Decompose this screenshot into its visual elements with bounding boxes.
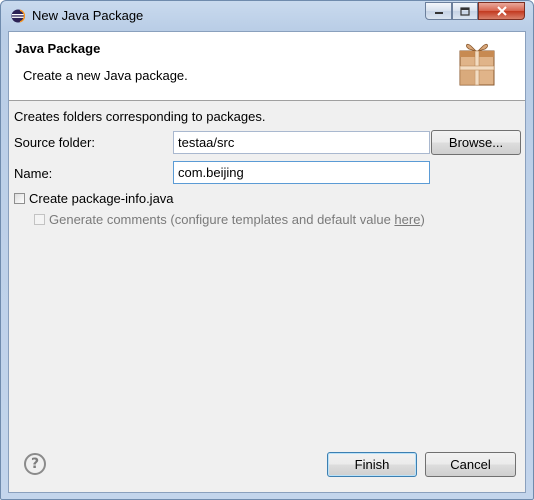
close-icon (496, 6, 507, 16)
browse-button-label: Browse... (448, 135, 504, 150)
header-description: Create a new Java package. (23, 68, 188, 83)
close-button[interactable] (478, 2, 525, 20)
generate-comments-checkbox (34, 214, 45, 225)
generate-comments-option: Generate comments (configure templates a… (34, 212, 425, 227)
title-bar[interactable]: New Java Package (1, 1, 533, 31)
maximize-icon (460, 6, 470, 16)
cancel-button[interactable]: Cancel (425, 452, 516, 477)
generate-comments-label: Generate comments (configure templates a… (49, 212, 395, 227)
finish-button[interactable]: Finish (327, 452, 417, 477)
dialog-content: Java Package Create a new Java package. … (8, 31, 526, 493)
generate-comments-suffix: ) (420, 212, 425, 227)
dialog-window: New Java Package Java Package Create a n… (0, 0, 534, 500)
name-label: Name: (14, 166, 53, 181)
package-icon (459, 43, 495, 86)
help-icon[interactable]: ? (24, 453, 46, 475)
browse-button[interactable]: Browse... (431, 130, 521, 155)
minimize-button[interactable] (425, 2, 452, 20)
create-package-info-checkbox[interactable] (14, 193, 25, 204)
help-symbol: ? (30, 456, 40, 472)
source-folder-input[interactable] (173, 131, 430, 154)
create-package-info-option[interactable]: Create package-info.java (14, 191, 174, 206)
wizard-header: Java Package Create a new Java package. (9, 32, 525, 101)
cancel-button-label: Cancel (450, 457, 491, 472)
here-link[interactable]: here (394, 212, 420, 227)
maximize-button[interactable] (452, 2, 478, 20)
header-title: Java Package (15, 41, 101, 56)
package-name-input[interactable] (173, 161, 430, 184)
window-title: New Java Package (32, 8, 144, 23)
source-folder-label: Source folder: (14, 135, 95, 150)
finish-button-label: Finish (354, 457, 390, 472)
minimize-icon (434, 12, 443, 14)
eclipse-icon (11, 9, 25, 23)
create-package-info-label: Create package-info.java (29, 191, 174, 206)
info-text: Creates folders corresponding to package… (14, 109, 266, 124)
